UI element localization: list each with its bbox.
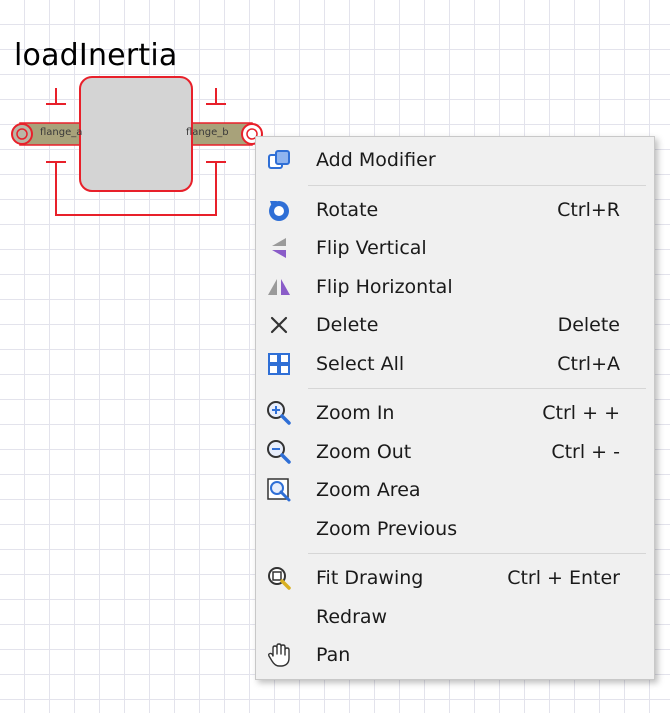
rotate-icon <box>266 197 292 223</box>
menu-item-delete[interactable]: Delete Delete <box>256 306 654 345</box>
menu-item-zoom-area[interactable]: Zoom Area <box>256 471 654 510</box>
menu-shortcut: Delete <box>557 314 620 337</box>
menu-item-flip-horizontal[interactable]: Flip Horizontal <box>256 268 654 307</box>
menu-shortcut: Ctrl + - <box>551 440 620 463</box>
menu-label: Redraw <box>316 605 388 628</box>
menu-item-add-modifier[interactable]: Add Modifier <box>256 141 654 180</box>
menu-label: Zoom Out <box>316 440 412 463</box>
menu-label: Select All <box>316 352 405 375</box>
menu-label: Zoom Previous <box>316 517 458 540</box>
menu-shortcut: Ctrl+A <box>557 352 620 375</box>
menu-item-zoom-previous[interactable]: Zoom Previous <box>256 510 654 549</box>
menu-label: Add Modifier <box>316 149 436 172</box>
menu-label: Fit Drawing <box>316 567 424 590</box>
flip-vertical-icon <box>266 235 292 261</box>
menu-item-zoom-out[interactable]: Zoom Out Ctrl + - <box>256 433 654 472</box>
menu-separator <box>256 383 654 394</box>
flange-a-connector <box>11 123 33 145</box>
fit-drawing-icon <box>266 565 292 591</box>
menu-label: Pan <box>316 644 351 667</box>
flange-b-label: flange_b <box>186 127 229 138</box>
menu-label: Flip Horizontal <box>316 275 453 298</box>
pan-hand-icon <box>266 642 292 668</box>
menu-shortcut: Ctrl + + <box>542 402 620 425</box>
delete-icon <box>266 312 292 338</box>
menu-item-flip-vertical[interactable]: Flip Vertical <box>256 229 654 268</box>
menu-item-pan[interactable]: Pan <box>256 636 654 675</box>
flip-horizontal-icon <box>266 274 292 300</box>
flange-a-label: flange_a <box>40 127 83 138</box>
zoom-area-icon <box>266 477 292 503</box>
zoom-in-icon <box>266 400 292 426</box>
select-all-icon <box>266 351 292 377</box>
menu-label: Delete <box>316 314 379 337</box>
menu-label: Rotate <box>316 198 379 221</box>
menu-shortcut: Ctrl+R <box>557 198 620 221</box>
menu-item-zoom-in[interactable]: Zoom In Ctrl + + <box>256 394 654 433</box>
menu-label: Flip Vertical <box>316 237 427 260</box>
menu-label: Zoom Area <box>316 479 421 502</box>
menu-separator <box>256 180 654 191</box>
menu-item-rotate[interactable]: Rotate Ctrl+R <box>256 191 654 230</box>
add-modifier-icon <box>266 147 292 173</box>
context-menu: Add Modifier Rotate Ctrl+R Flip Vertical <box>255 136 655 680</box>
menu-shortcut: Ctrl + Enter <box>507 567 620 590</box>
menu-label: Zoom In <box>316 402 395 425</box>
menu-item-select-all[interactable]: Select All Ctrl+A <box>256 345 654 384</box>
menu-item-fit-drawing[interactable]: Fit Drawing Ctrl + Enter <box>256 559 654 598</box>
zoom-out-icon <box>266 439 292 465</box>
menu-item-redraw[interactable]: Redraw <box>256 598 654 637</box>
menu-separator <box>256 548 654 559</box>
